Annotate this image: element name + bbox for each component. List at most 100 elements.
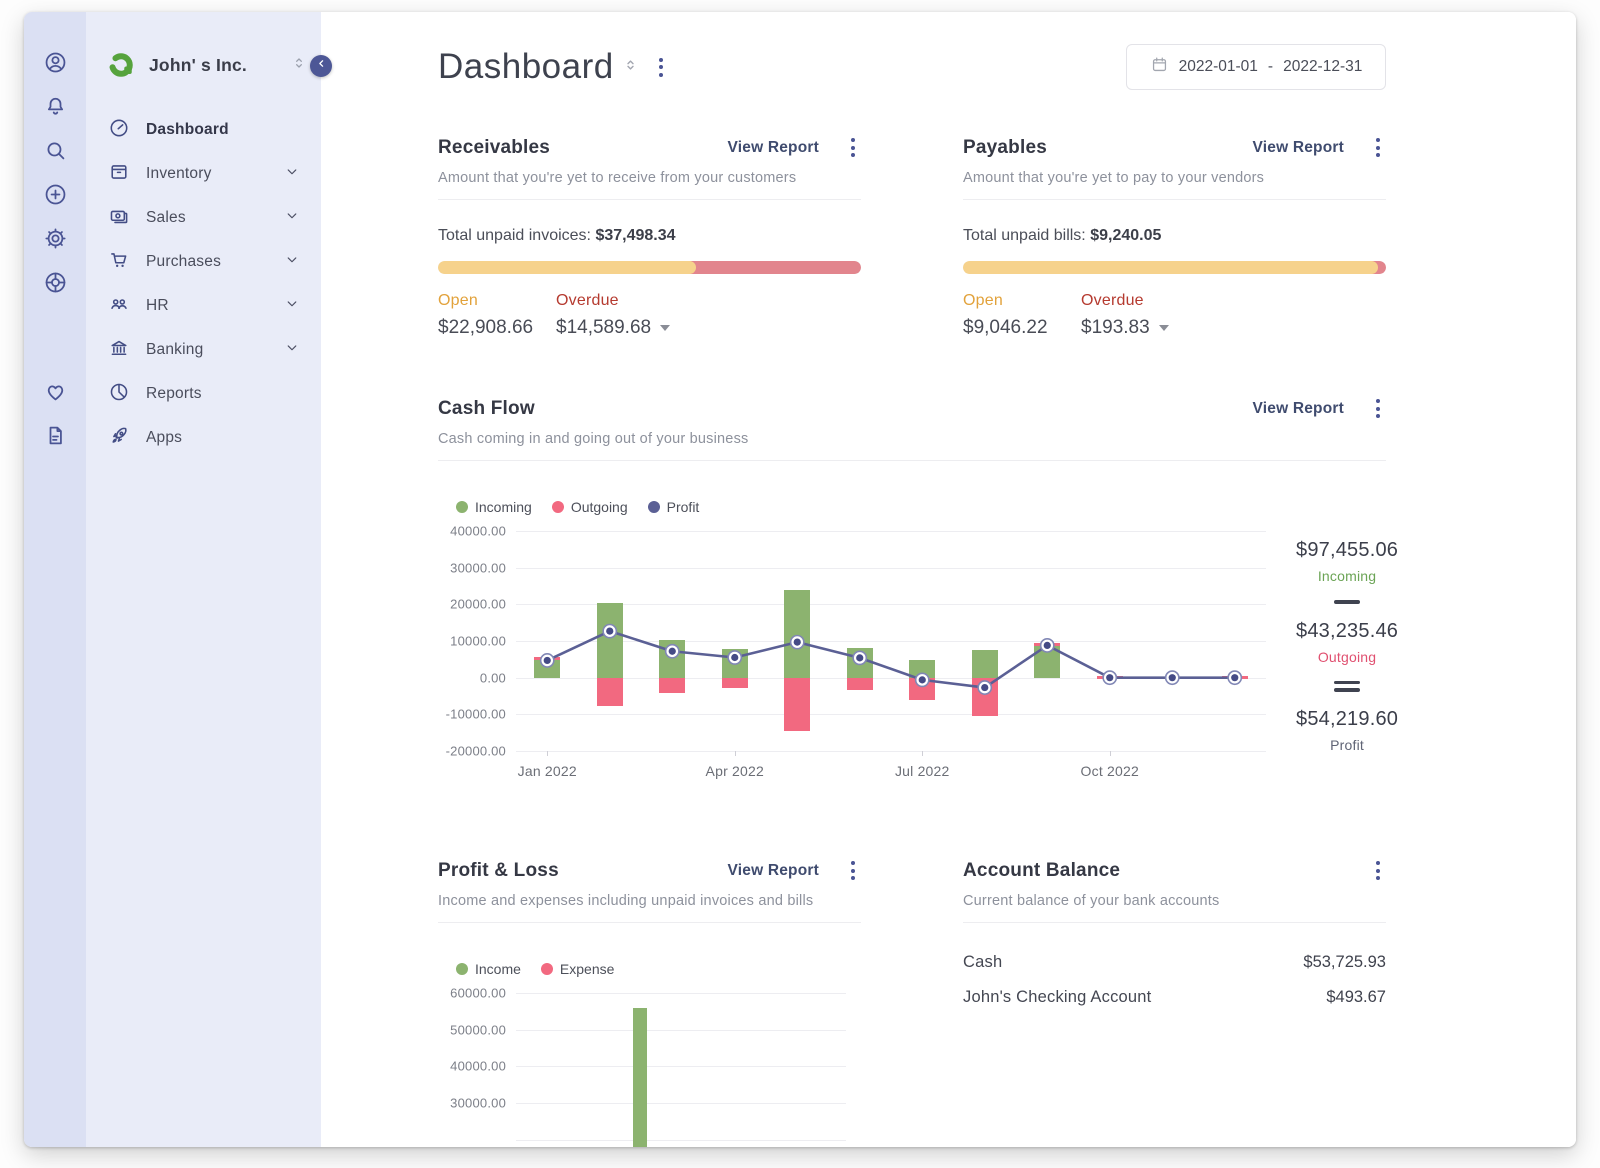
user-button[interactable]: [42, 52, 68, 78]
y-tick-label: 30000.00: [450, 1096, 506, 1111]
legend-label: Income: [475, 961, 521, 977]
documents-button[interactable]: [42, 425, 68, 451]
y-tick-label: -10000.00: [446, 707, 506, 722]
legend-item[interactable]: Expense: [541, 961, 614, 977]
sidebar-item-inventory[interactable]: Inventory: [86, 152, 321, 196]
sidebar-item-sales[interactable]: Sales: [86, 196, 321, 240]
incoming-total-label: Incoming: [1318, 568, 1376, 584]
legend-item[interactable]: Profit: [648, 499, 700, 515]
overdue-label: Overdue: [1081, 292, 1199, 310]
profitloss-kebab-menu[interactable]: [845, 857, 861, 884]
divider: [438, 460, 1386, 461]
y-tick-label: 40000.00: [450, 1059, 506, 1074]
page-kebab-menu[interactable]: [653, 54, 669, 81]
apps-rocket-icon: [108, 425, 130, 452]
profitloss-legend: Income Expense: [438, 961, 861, 977]
cashflow-plot[interactable]: [516, 531, 1266, 751]
date-range-picker[interactable]: 2022-01-01 - 2022-12-31: [1126, 44, 1386, 90]
receivables-card: Receivables View Report Amount that you'…: [438, 134, 861, 339]
x-tick-mark: [922, 751, 923, 756]
search-icon: [43, 138, 68, 168]
cashflow-legend: Incoming Outgoing Profit: [438, 499, 1386, 515]
user-icon: [43, 50, 68, 80]
language-button[interactable]: [42, 272, 68, 298]
y-tick-label: 50000.00: [450, 1022, 506, 1037]
gridline: [516, 1030, 846, 1031]
cashflow-title: Cash Flow: [438, 398, 1253, 420]
divider: [963, 922, 1386, 923]
profitloss-view-report-link[interactable]: View Report: [728, 862, 820, 880]
receivables-kebab-menu[interactable]: [845, 134, 861, 161]
payables-total: Total unpaid bills: $9,240.05: [963, 227, 1386, 245]
legend-item[interactable]: Outgoing: [552, 499, 628, 515]
payables-kebab-menu[interactable]: [1370, 134, 1386, 161]
bar-income[interactable]: [633, 1008, 647, 1147]
company-logo-icon: [106, 50, 136, 80]
account-name: Cash: [963, 953, 1002, 972]
profit-line-layer: [516, 531, 1266, 751]
sidebar-item-purchases[interactable]: Purchases: [86, 240, 321, 284]
overdue-caret-icon[interactable]: [1159, 325, 1169, 331]
legend-label: Outgoing: [571, 499, 628, 515]
settings-button[interactable]: [42, 228, 68, 254]
sidebar-item-banking[interactable]: Banking: [86, 328, 321, 372]
sidebar-item-reports[interactable]: Reports: [86, 372, 321, 416]
profit-point-dot: [981, 684, 988, 691]
page-title: Dashboard: [438, 47, 614, 87]
profit-point-dot: [1044, 642, 1051, 649]
payables-progress-bar: [963, 261, 1386, 274]
legend-label: Incoming: [475, 499, 532, 515]
company-selector[interactable]: John' s Inc.: [86, 12, 321, 80]
sidebar-item-dashboard[interactable]: Dashboard: [86, 108, 321, 152]
x-tick-mark: [1110, 751, 1111, 756]
profit-total-label: Profit: [1330, 737, 1364, 753]
date-start: 2022-01-01: [1179, 58, 1258, 76]
sales-banknote-icon: [108, 205, 130, 232]
legend-item[interactable]: Income: [456, 961, 521, 977]
company-name[interactable]: John' s Inc.: [149, 55, 291, 76]
profitloss-plot[interactable]: [516, 993, 846, 1147]
open-label: Open: [963, 292, 1081, 310]
profit-point-dot: [544, 657, 551, 664]
profit-point-dot: [794, 639, 801, 646]
receivables-subtitle: Amount that you're yet to receive from y…: [438, 170, 861, 186]
account-row[interactable]: Cash $53,725.93: [963, 945, 1386, 980]
profit-point-dot: [1169, 674, 1176, 681]
globe-icon: [43, 270, 68, 300]
account-list: Cash $53,725.93 John's Checking Account …: [963, 945, 1386, 1015]
account-balance-card: Account Balance Current balance of your …: [963, 857, 1386, 1147]
company-switch-chevrons-icon: [291, 54, 307, 77]
payables-view-report-link[interactable]: View Report: [1253, 139, 1345, 157]
search-button[interactable]: [42, 140, 68, 166]
chevron-left-icon: [315, 57, 328, 75]
incoming-total: $97,455.06: [1296, 539, 1398, 562]
app-window: John' s Inc. Dashboard Inventory Sales: [24, 12, 1576, 1147]
sidebar-item-apps[interactable]: Apps: [86, 416, 321, 460]
cashflow-kebab-menu[interactable]: [1370, 395, 1386, 422]
overdue-caret-icon[interactable]: [660, 325, 670, 331]
hr-people-icon: [108, 293, 130, 320]
sidebar-collapse-button[interactable]: [310, 55, 332, 77]
legend-dot-icon: [552, 501, 564, 513]
legend-item[interactable]: Incoming: [456, 499, 532, 515]
cashflow-view-report-link[interactable]: View Report: [1253, 400, 1345, 418]
quick-add-button[interactable]: [42, 184, 68, 210]
account-row[interactable]: John's Checking Account $493.67: [963, 980, 1386, 1015]
cashflow-summary: $97,455.06 Incoming $43,235.46 Outgoing …: [1296, 531, 1398, 785]
receivables-title: Receivables: [438, 137, 728, 159]
cashflow-y-axis: 40000.0030000.0020000.0010000.000.00-100…: [438, 531, 516, 751]
sidebar-item-hr[interactable]: HR: [86, 284, 321, 328]
receivables-view-report-link[interactable]: View Report: [728, 139, 820, 157]
notifications-button[interactable]: [42, 96, 68, 122]
overdue-amount: $14,589.68: [556, 317, 651, 339]
legend-dot-icon: [541, 963, 553, 975]
title-sort-chevrons-icon[interactable]: [614, 54, 639, 81]
purchases-cart-icon: [108, 249, 130, 276]
cashflow-card: Cash Flow View Report Cash coming in and…: [438, 395, 1386, 785]
y-tick-label: 30000.00: [450, 560, 506, 575]
profit-total: $54,219.60: [1296, 708, 1398, 731]
account-balance-value: $53,725.93: [1303, 953, 1386, 972]
favorites-button[interactable]: [42, 381, 68, 407]
profit-point-dot: [919, 676, 926, 683]
account-balance-kebab-menu[interactable]: [1370, 857, 1386, 884]
